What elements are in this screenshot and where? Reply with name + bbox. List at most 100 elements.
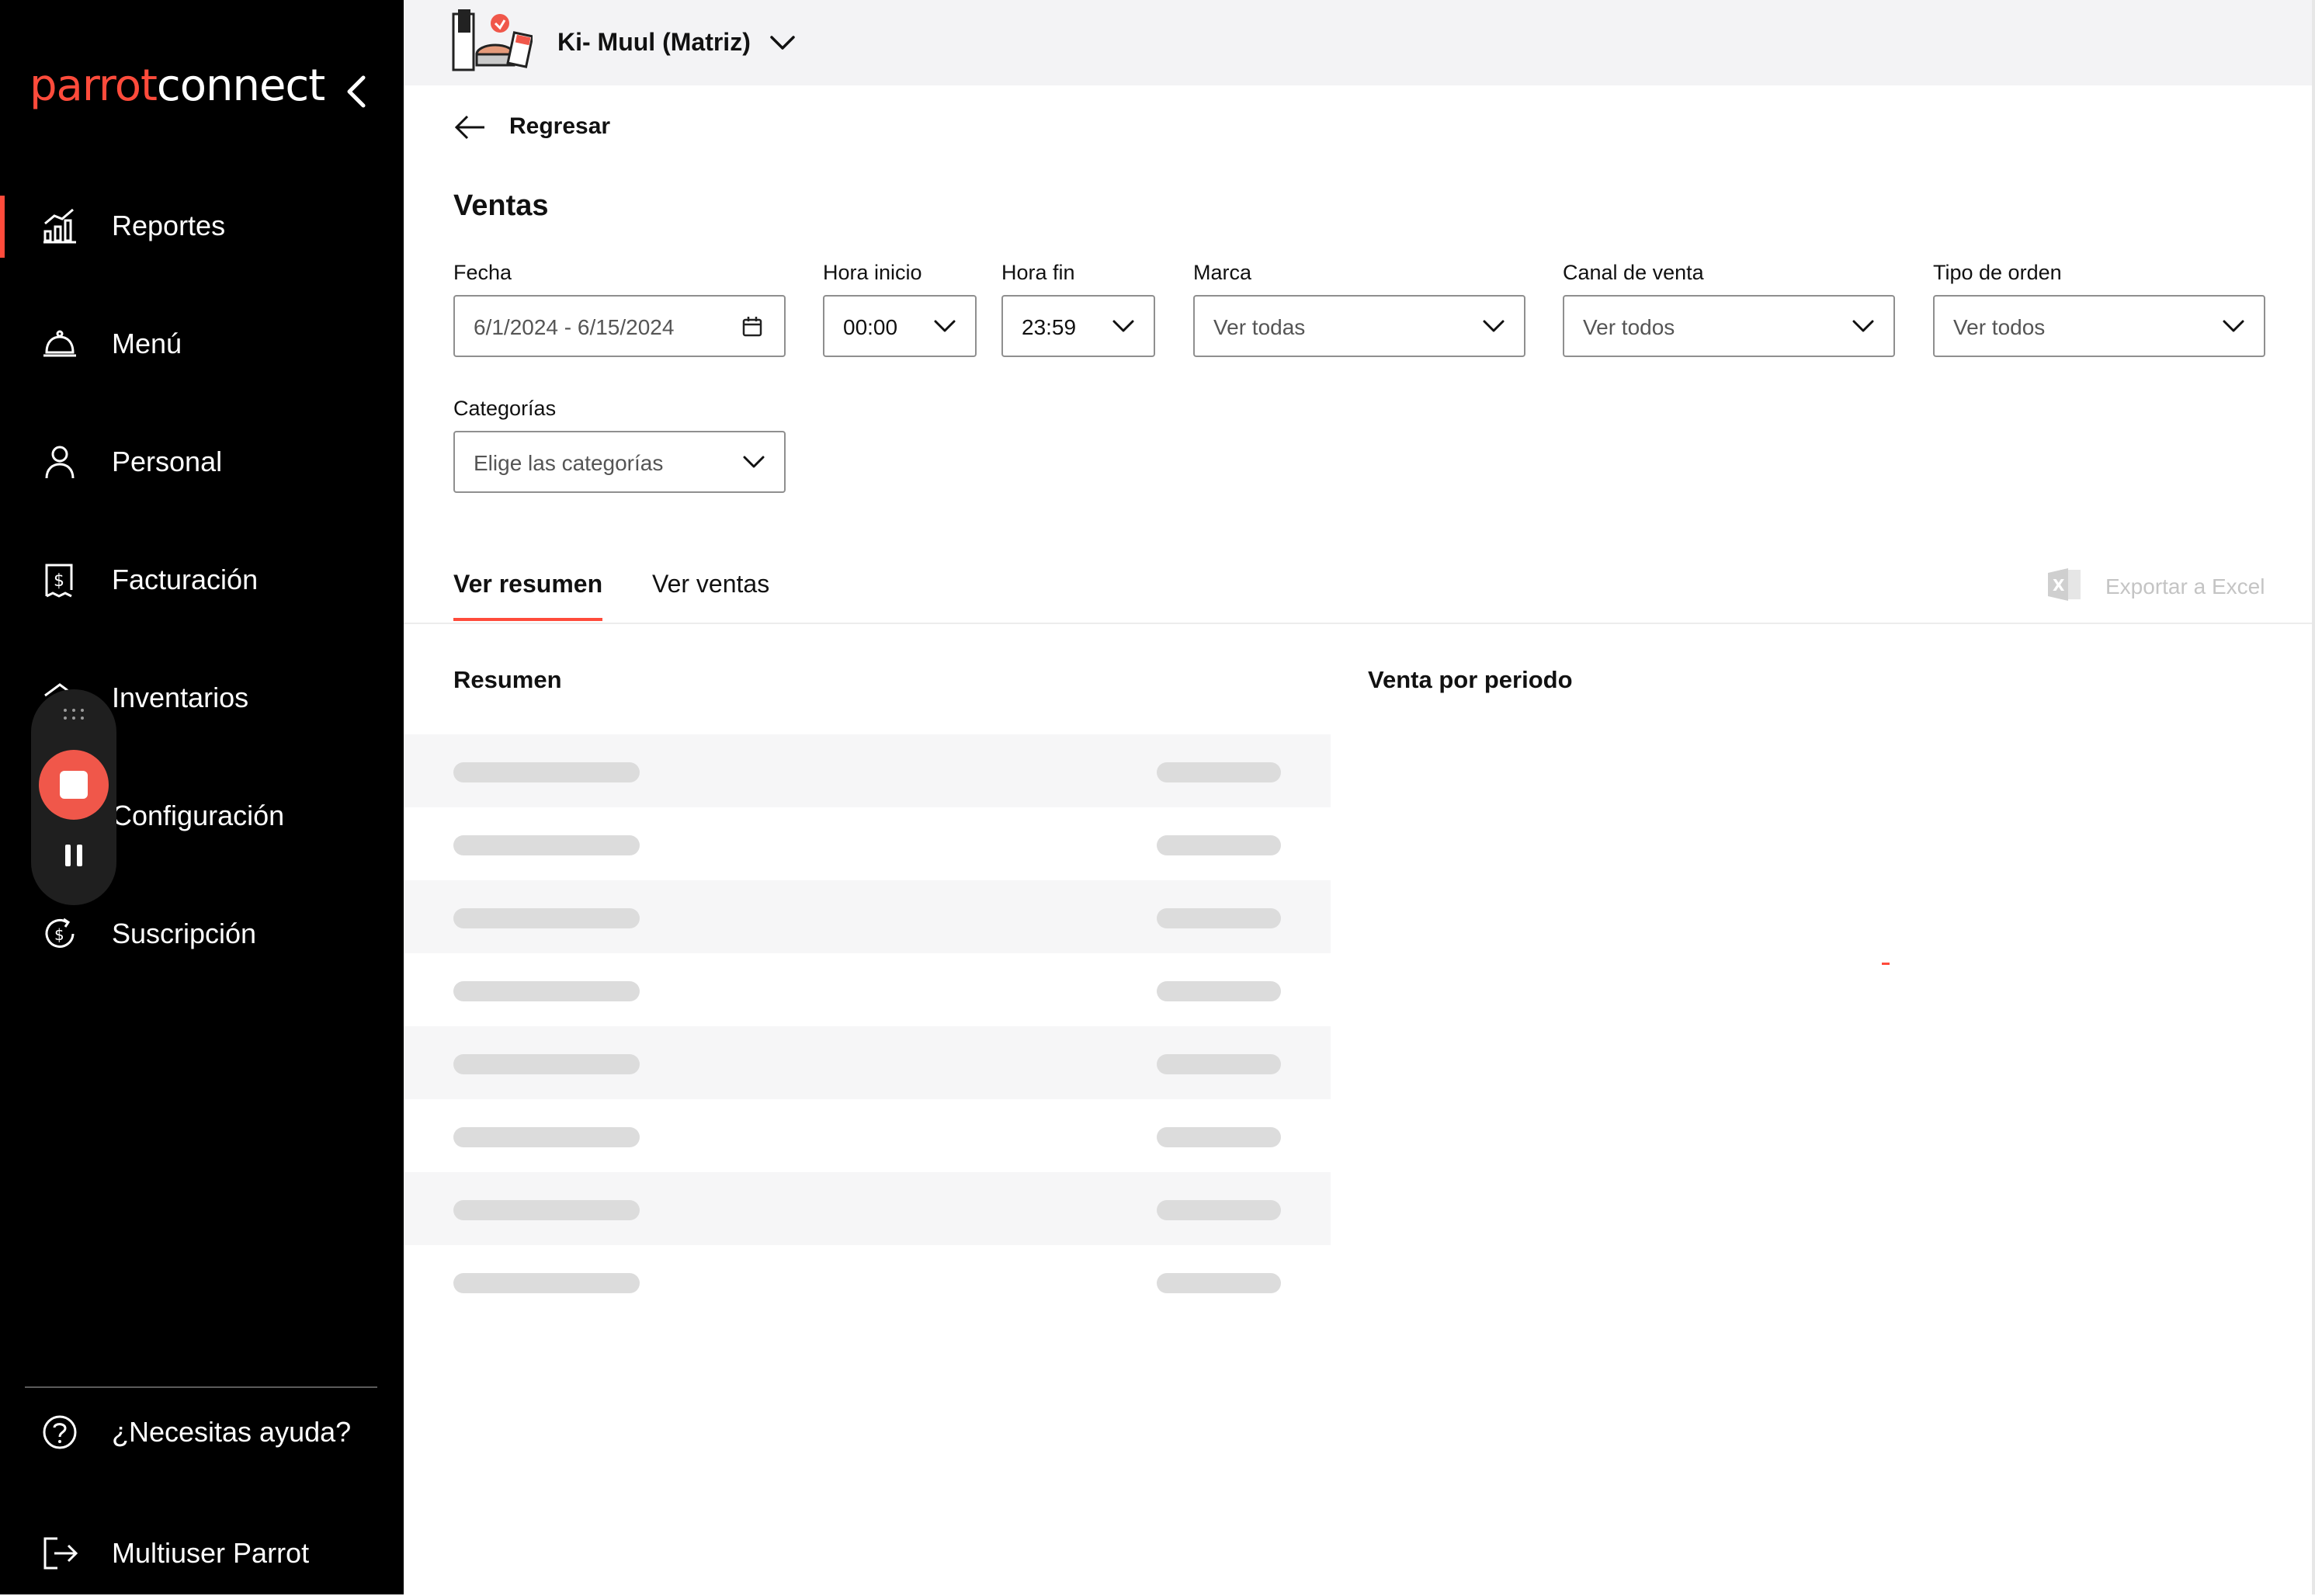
tipo-orden-label: Tipo de orden bbox=[1933, 261, 2062, 284]
categories-placeholder: Elige las categorías bbox=[474, 451, 664, 475]
user-icon bbox=[45, 446, 75, 479]
sidebar-item-label: Facturación bbox=[112, 564, 259, 595]
sidebar-item-facturacion[interactable]: $ Facturación bbox=[0, 537, 404, 623]
back-label: Regresar bbox=[509, 113, 611, 139]
stop-recording-button[interactable] bbox=[39, 750, 109, 820]
skeleton-row bbox=[404, 1245, 1331, 1318]
excel-icon: X bbox=[2048, 568, 2081, 601]
skeleton-bar bbox=[453, 981, 640, 1001]
canal-label: Canal de venta bbox=[1563, 261, 1704, 284]
svg-text:$: $ bbox=[54, 925, 64, 944]
svg-text:X: X bbox=[2053, 576, 2065, 595]
parrotconnect-logo[interactable]: parrotconnect bbox=[30, 61, 325, 111]
chevron-down-icon bbox=[1483, 320, 1505, 332]
chevron-down-icon bbox=[934, 320, 956, 332]
sidebar-item-menu[interactable]: Menú bbox=[0, 301, 404, 387]
help-button[interactable]: ¿Necesitas ayuda? bbox=[0, 1390, 404, 1475]
brand-select[interactable]: Ver todas bbox=[1193, 295, 1525, 357]
sidebar-item-label: Inventarios bbox=[112, 682, 249, 713]
svg-text:$: $ bbox=[54, 571, 64, 591]
pause-icon[interactable] bbox=[62, 841, 85, 869]
logo-part-parrot: parrot bbox=[30, 61, 158, 111]
tab-ver-ventas[interactable]: Ver ventas bbox=[652, 570, 769, 598]
sidebar-item-label: Configuración bbox=[112, 800, 285, 831]
question-circle-icon bbox=[43, 1415, 77, 1449]
chevron-down-icon[interactable] bbox=[769, 34, 797, 53]
scrollbar-track[interactable] bbox=[2312, 0, 2315, 1594]
sidebar-item-personal[interactable]: Personal bbox=[0, 419, 404, 505]
store-logo-icon[interactable] bbox=[452, 6, 533, 73]
skeleton-row bbox=[404, 807, 1331, 880]
stop-icon bbox=[60, 771, 88, 799]
resumen-title: Resumen bbox=[453, 666, 562, 693]
chevron-down-icon bbox=[1112, 320, 1134, 332]
sidebar-item-label: Reportes bbox=[112, 210, 226, 241]
fecha-label: Fecha bbox=[453, 261, 512, 284]
venta-por-periodo-title: Venta por periodo bbox=[1368, 666, 1573, 693]
tabs-divider bbox=[404, 623, 2315, 624]
chart-loading-indicator bbox=[1882, 963, 1890, 965]
sidebar-item-label: Menú bbox=[112, 328, 182, 359]
marca-label: Marca bbox=[1193, 261, 1252, 284]
skeleton-bar bbox=[1157, 762, 1281, 782]
dollar-refresh-icon: $ bbox=[45, 918, 75, 948]
skeleton-bar bbox=[453, 1054, 640, 1074]
sidebar-divider bbox=[25, 1386, 377, 1388]
help-label: ¿Necesitas ayuda? bbox=[112, 1416, 352, 1448]
skeleton-bar bbox=[1157, 1273, 1281, 1293]
recording-widget[interactable] bbox=[31, 689, 116, 905]
user-label: Multiuser Parrot bbox=[112, 1537, 310, 1569]
brand-value: Ver todas bbox=[1213, 315, 1306, 339]
logout-icon bbox=[43, 1537, 78, 1570]
skeleton-bar bbox=[453, 1200, 640, 1220]
skeleton-row bbox=[404, 880, 1331, 953]
sidebar-item-label: Personal bbox=[112, 446, 223, 477]
skeleton-row bbox=[404, 1026, 1331, 1099]
skeleton-bar bbox=[1157, 835, 1281, 855]
collapse-sidebar-button[interactable] bbox=[338, 71, 376, 112]
sales-channel-value: Ver todos bbox=[1583, 315, 1675, 339]
calendar-icon[interactable] bbox=[741, 315, 764, 338]
sidebar-item-reportes[interactable]: Reportes bbox=[0, 183, 404, 269]
chevron-down-icon bbox=[2223, 320, 2244, 332]
sidebar-item-suscripcion[interactable]: $ Suscripción bbox=[0, 891, 404, 977]
active-tab-indicator bbox=[453, 618, 602, 621]
start-time-value: 00:00 bbox=[843, 315, 898, 339]
order-type-value: Ver todos bbox=[1953, 315, 2046, 339]
skeleton-row bbox=[404, 953, 1331, 1026]
start-time-select[interactable]: 00:00 bbox=[823, 295, 977, 357]
date-range-value: 6/1/2024 - 6/15/2024 bbox=[474, 315, 675, 339]
categorias-label: Categorías bbox=[453, 397, 557, 420]
sidebar-item-label: Suscripción bbox=[112, 918, 257, 949]
skeleton-row bbox=[404, 1172, 1331, 1245]
receipt-dollar-icon: $ bbox=[45, 564, 73, 598]
export-label: Exportar a Excel bbox=[2105, 574, 2265, 598]
page-title: Ventas bbox=[453, 189, 549, 222]
order-type-select[interactable]: Ver todos bbox=[1933, 295, 2265, 357]
chevron-left-icon bbox=[347, 75, 366, 108]
user-logout-button[interactable]: Multiuser Parrot bbox=[0, 1511, 404, 1596]
skeleton-bar bbox=[1157, 981, 1281, 1001]
end-time-value: 23:59 bbox=[1022, 315, 1077, 339]
end-time-select[interactable]: 23:59 bbox=[1001, 295, 1155, 357]
skeleton-bar bbox=[453, 1273, 640, 1293]
skeleton-bar bbox=[1157, 1054, 1281, 1074]
skeleton-row bbox=[404, 734, 1331, 807]
date-range-field[interactable]: 6/1/2024 - 6/15/2024 bbox=[453, 295, 786, 357]
chevron-down-icon bbox=[743, 456, 765, 468]
skeleton-bar bbox=[453, 1127, 640, 1147]
cloche-icon bbox=[43, 330, 76, 357]
sales-channel-select[interactable]: Ver todos bbox=[1563, 295, 1895, 357]
skeleton-bar bbox=[453, 835, 640, 855]
chevron-down-icon bbox=[1852, 320, 1874, 332]
tab-ver-resumen[interactable]: Ver resumen bbox=[453, 570, 602, 598]
skeleton-bar bbox=[453, 908, 640, 928]
arrow-left-icon bbox=[454, 115, 484, 140]
store-topbar: Ki- Muul (Matriz) bbox=[404, 0, 2315, 85]
skeleton-row bbox=[404, 1099, 1331, 1172]
drag-handle-icon[interactable] bbox=[62, 706, 85, 722]
store-name[interactable]: Ki- Muul (Matriz) bbox=[557, 28, 751, 57]
skeleton-bar bbox=[1157, 1127, 1281, 1147]
categories-select[interactable]: Elige las categorías bbox=[453, 431, 786, 493]
hora-inicio-label: Hora inicio bbox=[823, 261, 922, 284]
